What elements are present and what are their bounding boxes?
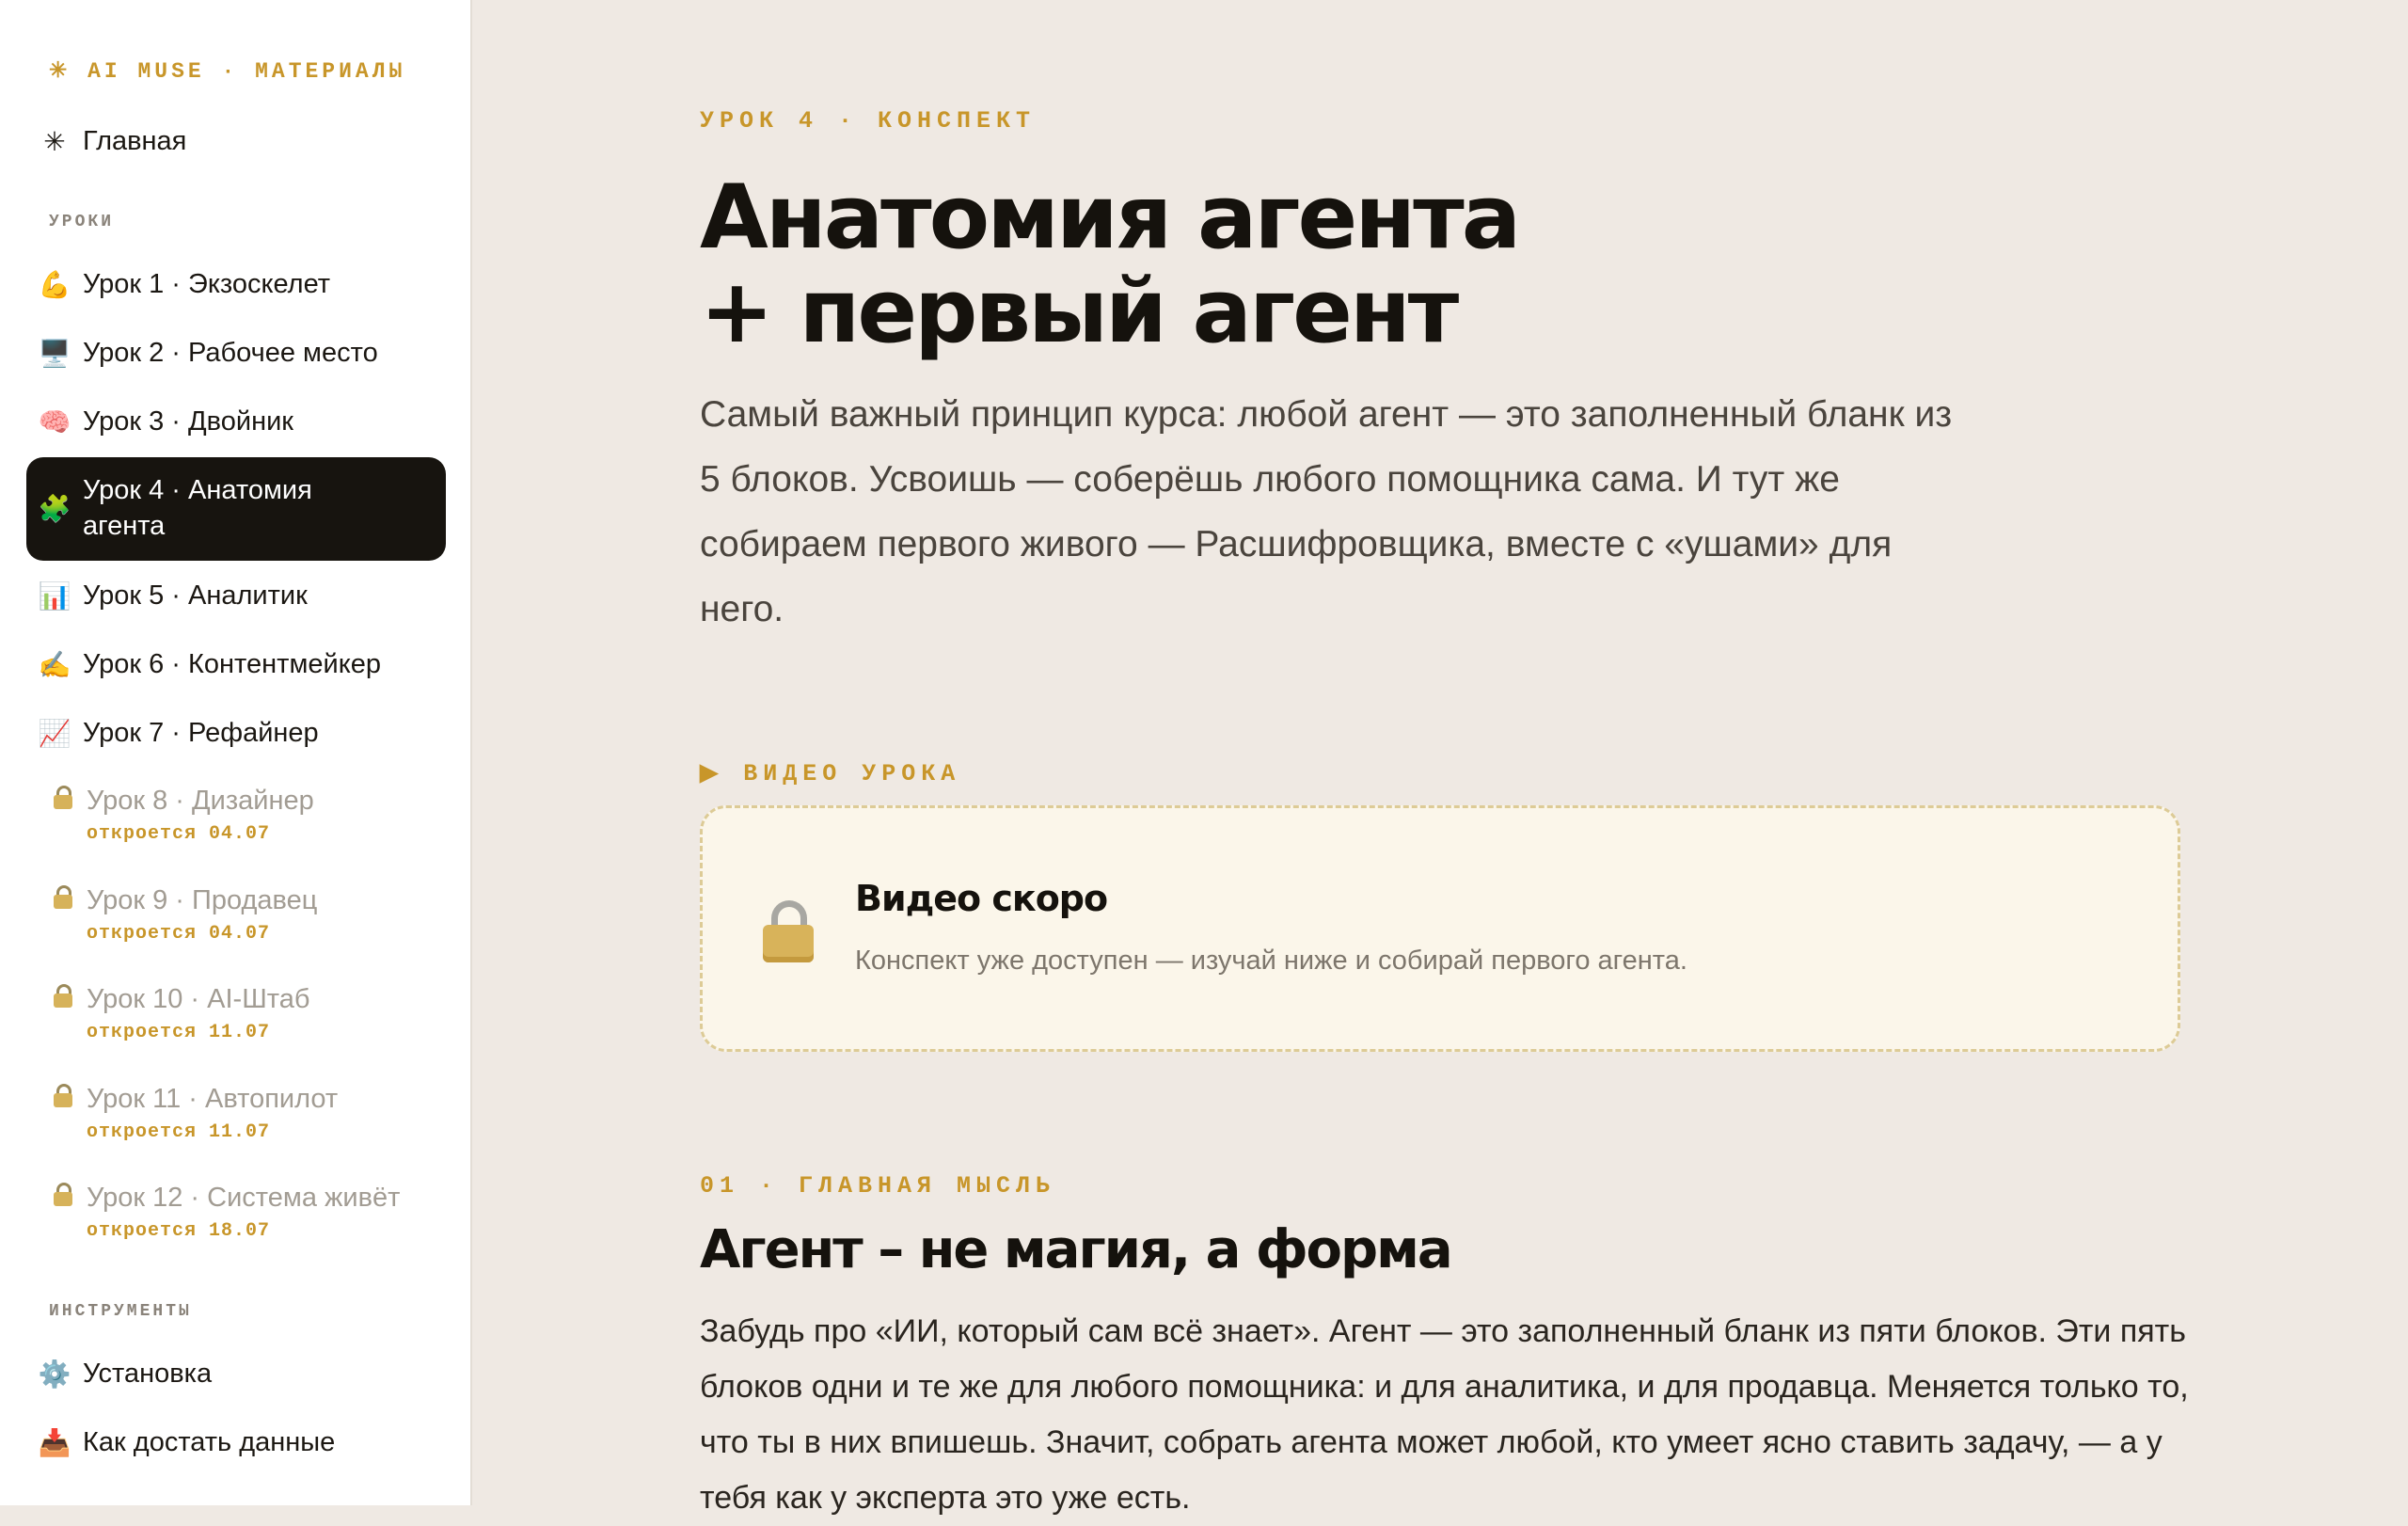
page-title-line-1: Анатомия агента xyxy=(700,167,1521,269)
chart-increasing-icon: 📈 xyxy=(38,719,71,748)
sidebar-item-label: Урок 3 · Двойник xyxy=(83,406,293,437)
sidebar-item-label: Урок 2 · Рабочее место xyxy=(83,338,378,369)
video-section-label: ▶ ВИДЕО УРОКА xyxy=(700,760,961,787)
sidebar-item-lesson-5[interactable]: 📊 Урок 5 · Аналитик xyxy=(26,571,446,622)
writing-hand-icon: ✍️ xyxy=(38,650,71,679)
sidebar-item-label: Урок 1 · Экзоскелет xyxy=(83,269,331,300)
section-title: Агент – не магия, а форма xyxy=(700,1219,1453,1280)
puzzle-piece-icon: 🧩 xyxy=(38,494,71,523)
video-placeholder-card: Видео скоро Конспект уже доступен — изуч… xyxy=(700,805,2180,1052)
sidebar-item-label: Урок 9 · Продавец xyxy=(87,885,318,915)
brand-title: ✳ AI MUSE · МАТЕРИАЛЫ xyxy=(49,59,406,84)
lock-icon xyxy=(40,1082,87,1113)
sidebar-item-label: Урок 12 · Система живёт xyxy=(87,1183,401,1213)
sidebar-item-label: Как достать данные xyxy=(83,1427,336,1458)
gear-icon: ⚙️ xyxy=(38,1359,71,1389)
lesson-kicker: УРОК 4 · КОНСПЕКТ xyxy=(700,107,1037,135)
lock-icon xyxy=(40,883,87,914)
sidebar-item-home[interactable]: ✳ Главная xyxy=(26,117,446,167)
sidebar-item-label: Урок 6 · Контентмейкер xyxy=(83,649,381,680)
tools-section-label: ИНСТРУМЕНТЫ xyxy=(49,1302,192,1321)
opens-date: откроется 11.07 xyxy=(87,1021,271,1043)
asterisk-icon: ✳ xyxy=(43,127,66,156)
sidebar-item-label: Урок 4 · Анатомия агента xyxy=(83,475,312,541)
lock-icon xyxy=(40,982,87,1013)
sidebar-item-label: Урок 5 · Аналитик xyxy=(83,580,308,612)
sidebar-item-lesson-11[interactable]: Урок 11 · Автопилот откроется 11.07 xyxy=(40,1082,459,1148)
opens-date: откроется 04.07 xyxy=(87,822,271,845)
sidebar-item-lesson-10[interactable]: Урок 10 · AI-Штаб откроется 11.07 xyxy=(40,982,459,1048)
sidebar-item-lesson-12[interactable]: Урок 12 · Система живёт откроется 18.07 xyxy=(40,1181,459,1247)
lock-icon xyxy=(40,1181,87,1212)
sidebar-item-lesson-4[interactable]: 🧩 Урок 4 · Анатомия агента xyxy=(26,457,446,561)
page-title: Анатомия агента + первый агент xyxy=(700,171,1829,359)
sidebar-item-install[interactable]: ⚙️ Установка xyxy=(26,1349,446,1400)
sidebar-item-label: Урок 7 · Рефайнер xyxy=(83,718,319,749)
sidebar-item-lesson-8[interactable]: Урок 8 · Дизайнер откроется 04.07 xyxy=(40,784,459,850)
brain-icon: 🧠 xyxy=(38,407,71,437)
page-title-line-2: + первый агент xyxy=(700,261,1459,363)
opens-date: откроется 18.07 xyxy=(87,1219,271,1242)
sidebar-item-lesson-2[interactable]: 🖥️ Урок 2 · Рабочее место xyxy=(26,328,446,379)
lessons-section-label: УРОКИ xyxy=(49,213,115,231)
sidebar-item-label: Урок 10 · AI-Штаб xyxy=(87,984,310,1014)
desktop-computer-icon: 🖥️ xyxy=(38,339,71,368)
sidebar-item-label: Урок 8 · Дизайнер xyxy=(87,786,314,816)
section-body: Забудь про «ИИ, который сам всё знает». … xyxy=(700,1313,2189,1516)
lock-icon xyxy=(40,784,87,815)
lesson-lead: Самый важный принцип курса: любой агент … xyxy=(700,394,1953,629)
section-kicker: 01 · ГЛАВНАЯ МЫСЛЬ xyxy=(700,1172,1056,1200)
sidebar-item-label: Установка xyxy=(83,1359,213,1390)
sidebar-item-lesson-6[interactable]: ✍️ Урок 6 · Контентмейкер xyxy=(26,640,446,691)
sidebar-item-lesson-1[interactable]: 💪 Урок 1 · Экзоскелет xyxy=(26,260,446,310)
sidebar-item-lesson-3[interactable]: 🧠 Урок 3 · Двойник xyxy=(26,397,446,448)
video-card-title: Видео скоро xyxy=(855,878,1108,919)
opens-date: откроется 11.07 xyxy=(87,1121,271,1143)
opens-date: откроется 04.07 xyxy=(87,922,271,945)
sidebar: ✳ AI MUSE · МАТЕРИАЛЫ ✳ Главная УРОКИ 💪 … xyxy=(0,0,472,1505)
sidebar-item-label: Главная xyxy=(83,126,187,157)
sidebar-item-get-data[interactable]: 📥 Как достать данные xyxy=(26,1418,446,1469)
sidebar-item-lesson-9[interactable]: Урок 9 · Продавец откроется 04.07 xyxy=(40,883,459,949)
flexed-biceps-icon: 💪 xyxy=(38,270,71,299)
video-card-subtitle: Конспект уже доступен — изучай ниже и со… xyxy=(855,946,1687,976)
inbox-tray-icon: 📥 xyxy=(38,1428,71,1457)
bar-chart-icon: 📊 xyxy=(38,581,71,611)
lock-icon xyxy=(763,900,814,962)
sidebar-item-label: Урок 11 · Автопилот xyxy=(87,1084,339,1114)
sidebar-item-lesson-7[interactable]: 📈 Урок 7 · Рефайнер xyxy=(26,708,446,759)
lesson-content: УРОК 4 · КОНСПЕКТ Анатомия агента + перв… xyxy=(472,0,2408,1516)
